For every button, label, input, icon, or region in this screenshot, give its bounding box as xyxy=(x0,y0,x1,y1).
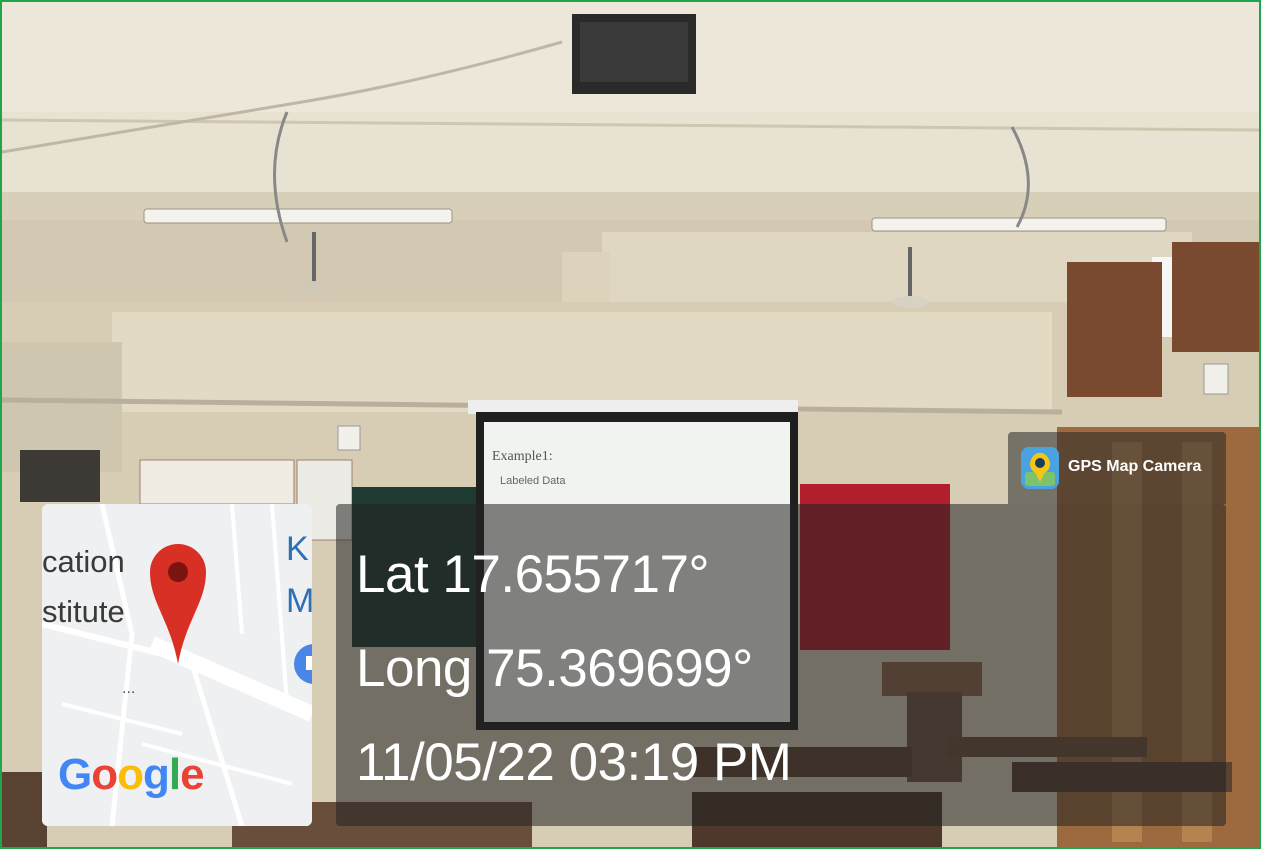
screen-subtitle: Labeled Data xyxy=(500,475,566,487)
map-label-line2: stitute xyxy=(42,594,125,629)
google-logo: Google xyxy=(58,750,205,799)
gps-map-camera-app-icon xyxy=(1021,447,1059,489)
gps-map-camera-badge: GPS Map Camera xyxy=(1008,432,1226,504)
map-thumbnail: cation stitute K M ... Google xyxy=(42,504,312,826)
map-ellipsis: ... xyxy=(122,680,136,697)
latitude-text: Lat 17.655717° xyxy=(356,545,710,604)
gps-info-panel: Lat 17.655717° Long 75.369699° 11/05/22 … xyxy=(336,504,1226,826)
photo-frame: Example1: Labeled Data GPS Map Camera La… xyxy=(0,0,1261,849)
red-location-pin-icon xyxy=(150,544,206,664)
map-side-letter-2: M xyxy=(286,582,312,620)
app-badge-label: GPS Map Camera xyxy=(1068,458,1202,475)
map-label-line1: cation xyxy=(42,544,125,579)
longitude-text: Long 75.369699° xyxy=(356,639,753,698)
datetime-text: 11/05/22 03:19 PM xyxy=(356,733,792,792)
map-side-letter-1: K xyxy=(286,530,309,568)
screen-title: Example1: xyxy=(492,449,553,464)
